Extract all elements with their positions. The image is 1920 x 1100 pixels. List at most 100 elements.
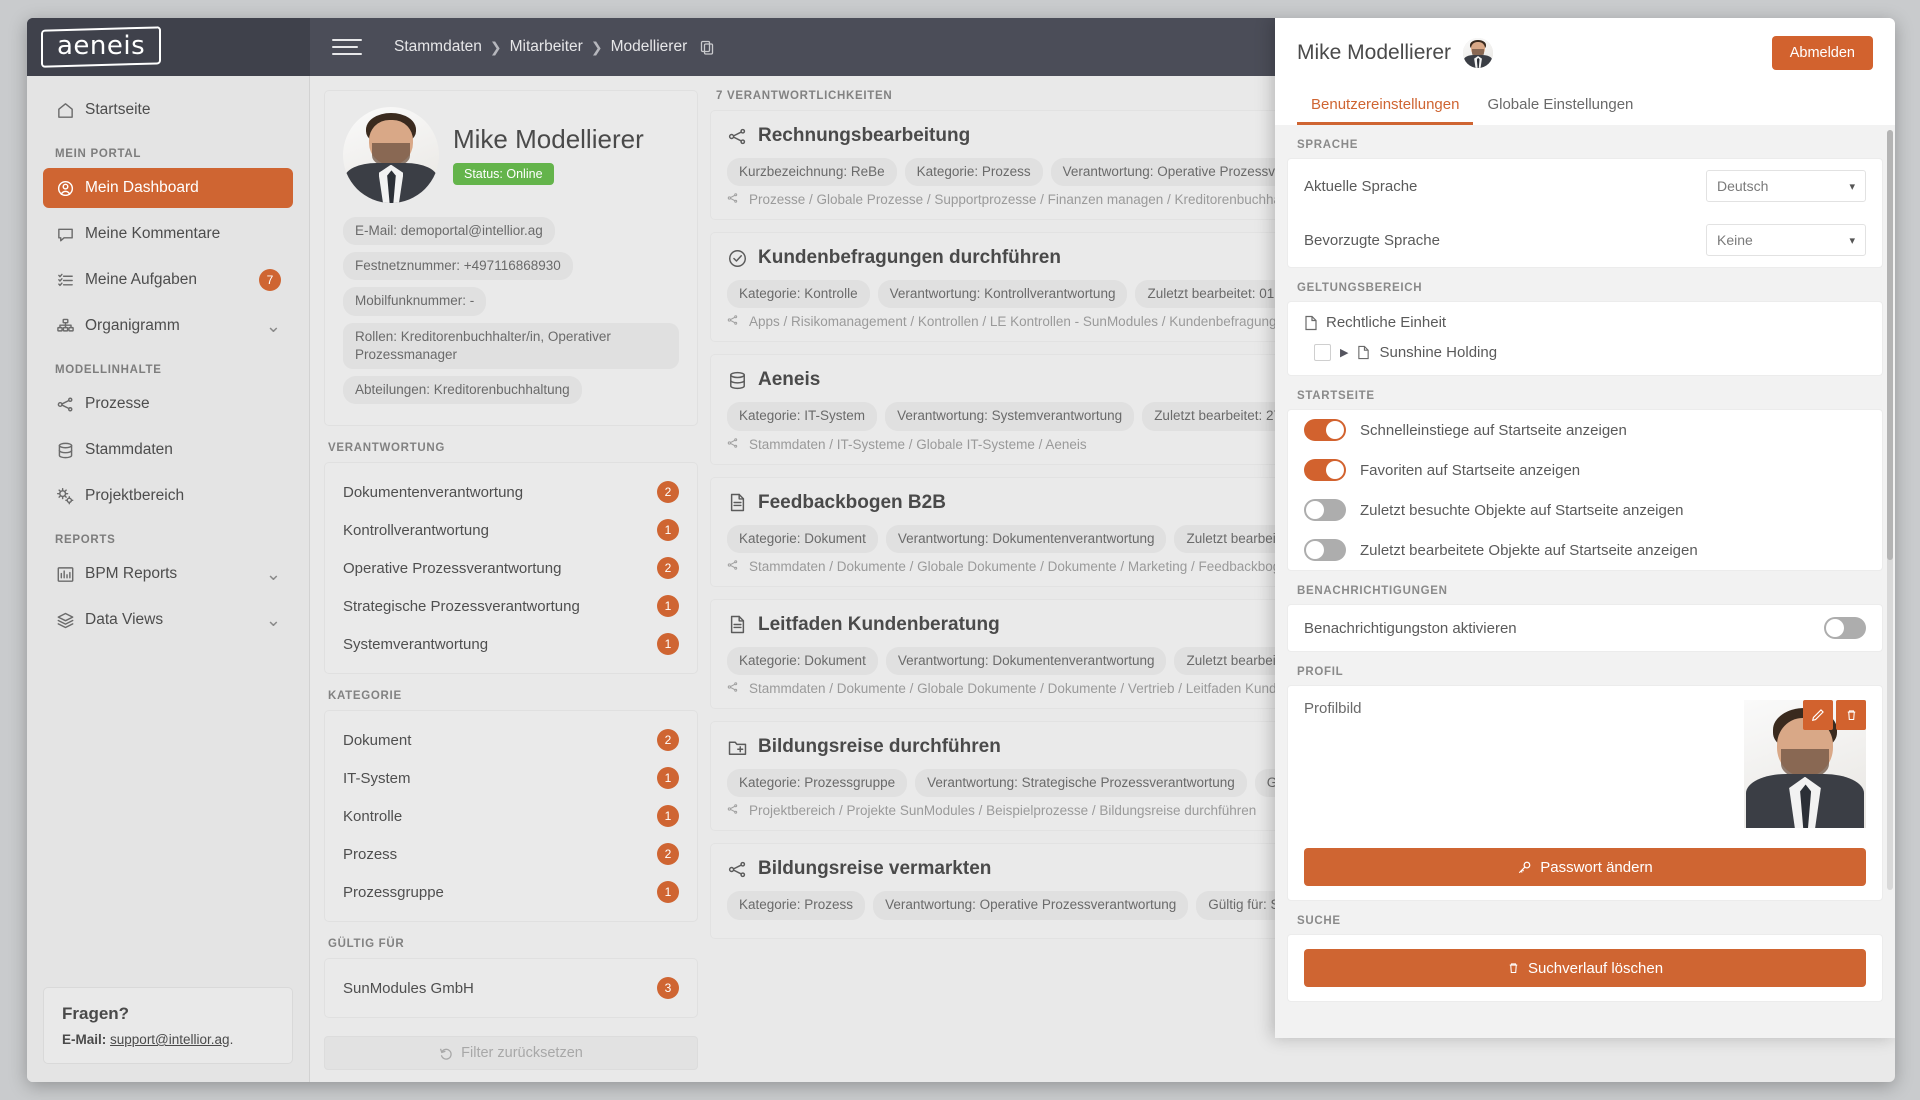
menu-toggle-icon[interactable]	[332, 39, 372, 55]
facet-heading: VERANTWORTUNG	[324, 426, 698, 462]
chevron-down-icon[interactable]: ⌄	[266, 570, 281, 578]
sidebar-item-data-views[interactable]: Data Views ⌄	[43, 600, 293, 640]
tree-head-label: Rechtliche Einheit	[1326, 314, 1446, 331]
trash-icon	[1507, 961, 1520, 975]
section-heading-suche: SUCHE	[1275, 901, 1895, 934]
scope-checkbox[interactable]	[1314, 344, 1331, 361]
change-password-button[interactable]: Passwort ändern	[1304, 848, 1866, 886]
homepage-toggle-switch[interactable]	[1304, 539, 1346, 561]
homepage-toggle-switch[interactable]	[1304, 459, 1346, 481]
sidebar-item-meine-aufgaben[interactable]: Meine Aufgaben7	[43, 260, 293, 300]
breadcrumb-item-modellierer[interactable]: Modellierer	[611, 38, 688, 56]
process-icon	[727, 859, 748, 880]
reset-filter-button[interactable]: Filter zurücksetzen	[324, 1036, 698, 1070]
user-circle-icon	[56, 179, 75, 198]
sidebar-item-label: Data Views	[85, 611, 256, 629]
responsibility-card-title: Leitfaden Kundenberatung	[758, 614, 1000, 636]
responsibility-chip: Kategorie: Dokument	[727, 525, 878, 553]
facet-row[interactable]: Operative Prozessverantwortung2	[325, 549, 697, 587]
facet-row[interactable]: Kontrollverantwortung1	[325, 511, 697, 549]
sidebar-item-projektbereich[interactable]: Projektbereich	[43, 476, 293, 516]
profile-column: Mike Modellierer Status: Online E-Mail: …	[324, 90, 698, 1070]
settings-header: Mike Modellierer Abmelden Benutzereinste…	[1275, 18, 1895, 125]
aeneis-logo[interactable]: aeneis	[41, 26, 161, 67]
facet-row[interactable]: Kontrolle1	[325, 797, 697, 835]
logout-button[interactable]: Abmelden	[1772, 36, 1873, 70]
bevorzugte-sprache-select[interactable]: Keine ▾	[1706, 224, 1866, 256]
database-icon	[727, 370, 748, 391]
facet-row[interactable]: Prozess2	[325, 835, 697, 873]
facet-row[interactable]: Dokument 2	[325, 721, 697, 759]
clear-search-history-button[interactable]: Suchverlauf löschen	[1304, 949, 1866, 987]
responsibility-chip: Zuletzt bearbeitet: 01.	[1135, 280, 1290, 308]
language-card: Aktuelle Sprache Deutsch ▾ Bevorzugte Sp…	[1287, 158, 1883, 268]
facet-row[interactable]: Dokumentenverantwortung2	[325, 473, 697, 511]
chevron-down-icon[interactable]: ⌄	[266, 322, 281, 330]
logo-text: aeneis	[57, 33, 145, 59]
sidebar-item-meine-kommentare[interactable]: Meine Kommentare	[43, 214, 293, 254]
facet-row[interactable]: SunModules GmbH3	[325, 969, 697, 1007]
copy-icon[interactable]	[699, 39, 715, 55]
reset-filter-label: Filter zurücksetzen	[461, 1045, 583, 1061]
breadcrumb-item-mitarbeiter[interactable]: Mitarbeiter	[510, 38, 583, 56]
responsibility-card-title: Kundenbefragungen durchführen	[758, 247, 1061, 269]
process-icon	[727, 126, 748, 147]
profile-attributes: E-Mail: demoportal@intellior.agFestnetzn…	[343, 217, 679, 411]
trash-icon[interactable]	[1836, 700, 1866, 730]
responsibility-chip: Verantwortung: Operative Prozessverantwo…	[873, 891, 1188, 919]
search-card: Suchverlauf löschen	[1287, 934, 1883, 1002]
facet-row[interactable]: Strategische Prozessverantwortung1	[325, 587, 697, 625]
legal-entity-icon	[1357, 345, 1370, 360]
pencil-icon[interactable]	[1803, 700, 1833, 730]
sidebar-item-mein-dashboard[interactable]: Mein Dashboard	[43, 168, 293, 208]
facet-row[interactable]: Prozessgruppe1	[325, 873, 697, 911]
section-heading-profil: PROFIL	[1275, 652, 1895, 685]
sidebar-item-organigramm[interactable]: Organigramm⌄	[43, 306, 293, 346]
settings-header-row: Mike Modellierer Abmelden	[1297, 36, 1873, 70]
scrollbar-thumb[interactable]	[1887, 130, 1893, 560]
triangle-right-icon[interactable]: ▶	[1340, 346, 1348, 359]
aktuelle-sprache-select[interactable]: Deutsch ▾	[1706, 170, 1866, 202]
sidebar-item-bpm-reports[interactable]: BPM Reports⌄	[43, 554, 293, 594]
sidebar-item-prozesse[interactable]: Prozesse	[43, 384, 293, 424]
facet-row-label: Dokumentenverantwortung	[343, 484, 523, 501]
breadcrumb-item-stammdaten[interactable]: Stammdaten	[394, 38, 482, 56]
layers-icon	[55, 610, 75, 630]
tab-globale-einstellungen[interactable]: Globale Einstellungen	[1473, 86, 1647, 125]
home-icon	[56, 101, 75, 120]
facet-row-count: 1	[657, 767, 679, 789]
facet-row[interactable]: Systemverantwortung1	[325, 625, 697, 663]
tree-row-sunshine-holding[interactable]: ▶ Sunshine Holding	[1288, 337, 1882, 375]
responsibility-chip: Verantwortung: Operative Prozessvera	[1051, 158, 1307, 186]
facet-row-label: Dokument	[343, 732, 411, 749]
sidebar-item-label: Meine Kommentare	[85, 225, 281, 243]
profile-card-settings: Profilbild	[1287, 685, 1883, 901]
homepage-toggle-switch[interactable]	[1304, 499, 1346, 521]
sidebar-item-startseite[interactable]: Startseite	[43, 90, 293, 130]
responsibility-chip: Zuletzt bearbei	[1174, 647, 1287, 675]
support-email-link[interactable]: support@intellior.ag	[110, 1032, 230, 1047]
sidebar-nav: StartseiteMEIN PORTALMein DashboardMeine…	[43, 90, 293, 646]
tab-benutzereinstellungen[interactable]: Benutzereinstellungen	[1297, 86, 1473, 125]
responsibility-chip: Kategorie: IT-System	[727, 402, 877, 430]
facet-row-count: 2	[657, 843, 679, 865]
facet-row-label: Kontrolle	[343, 808, 402, 825]
homepage-toggle-switch[interactable]	[1304, 419, 1346, 441]
network-path-icon	[727, 681, 742, 696]
legal-entity-icon	[1304, 315, 1318, 331]
settings-scrollbar[interactable]	[1887, 130, 1893, 890]
comment-icon	[56, 225, 75, 244]
network-path-icon	[727, 192, 742, 207]
help-email-prefix: E-Mail:	[62, 1032, 106, 1047]
section-heading-sprache: SPRACHE	[1275, 125, 1895, 158]
network-path-icon	[727, 559, 742, 574]
facet-row-count: 2	[657, 729, 679, 751]
chevron-down-icon[interactable]: ⌄	[266, 616, 281, 624]
section-heading-geltungsbereich: GELTUNGSBEREICH	[1275, 268, 1895, 301]
facet-row-label: Kontrollverantwortung	[343, 522, 489, 539]
benachrichtigungston-toggle[interactable]	[1824, 617, 1866, 639]
facet-row[interactable]: IT-System1	[325, 759, 697, 797]
gears-icon	[55, 486, 75, 506]
orgchart-icon	[56, 317, 75, 336]
sidebar-item-stammdaten[interactable]: Stammdaten	[43, 430, 293, 470]
